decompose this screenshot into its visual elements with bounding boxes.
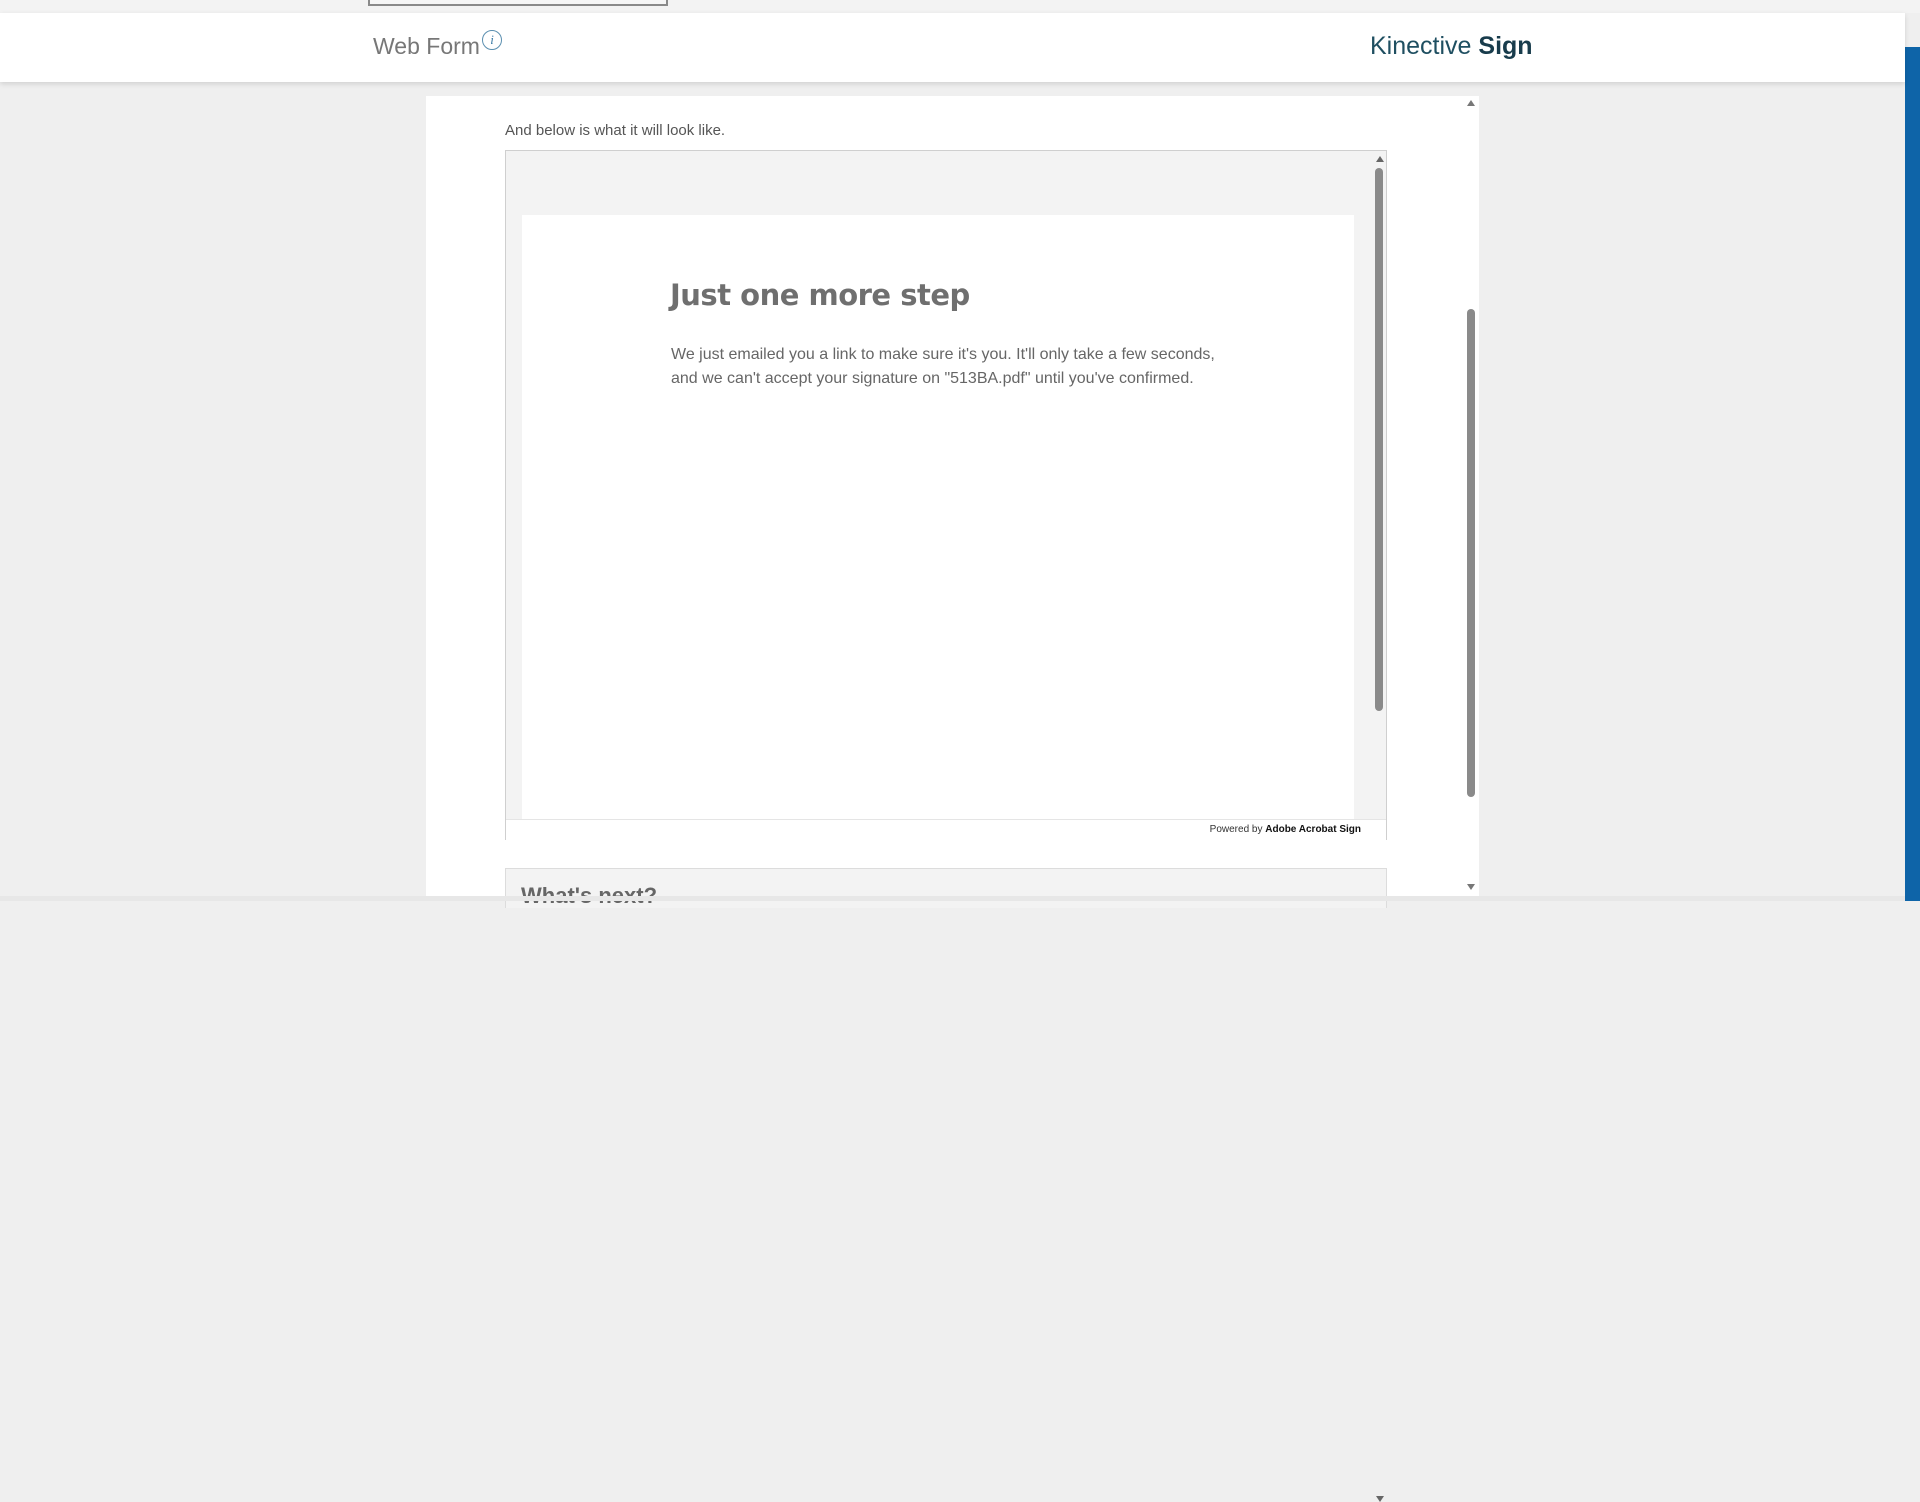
panel-scroll-down-arrow-icon[interactable] (1467, 884, 1475, 890)
panel-scrollbar-thumb[interactable] (1467, 309, 1475, 797)
preview-scroll-up-arrow-icon[interactable] (1376, 156, 1384, 162)
preview-heading: Just one more step (670, 278, 970, 312)
intro-text: And below is what it will look like. (505, 122, 726, 139)
preview-body-text: We just emailed you a link to make sure … (671, 346, 1215, 387)
brand-logo: Kinective Sign (1370, 32, 1533, 61)
preview-scrollbar-thumb[interactable] (1375, 168, 1383, 711)
powered-by-prefix: Powered by (1209, 824, 1266, 835)
whats-next-section: What's next? (505, 868, 1387, 908)
top-tab-outline (368, 0, 668, 6)
brand-name-light: Kinective (1370, 32, 1479, 60)
info-icon[interactable]: i (482, 30, 502, 50)
preview-footer: Powered by Adobe Acrobat Sign (506, 819, 1386, 1502)
right-accent-bar (1905, 47, 1920, 901)
preview-page: Just one more step We just emailed you a… (522, 215, 1354, 819)
page-title: Web Form (373, 33, 480, 59)
brand-name-bold: Sign (1478, 32, 1533, 60)
app-header: Web Form i Kinective Sign (0, 13, 1905, 82)
powered-by-brand: Adobe Acrobat Sign (1265, 824, 1361, 835)
bottom-strip (0, 896, 1905, 901)
powered-by-label: Powered by Adobe Acrobat Sign (1210, 824, 1361, 835)
panel-scroll-up-arrow-icon[interactable] (1467, 100, 1475, 106)
preview-scroll-down-arrow-icon[interactable] (1376, 1496, 1384, 1502)
preview-frame: Just one more step We just emailed you a… (505, 150, 1387, 1502)
top-strip (0, 0, 1920, 13)
